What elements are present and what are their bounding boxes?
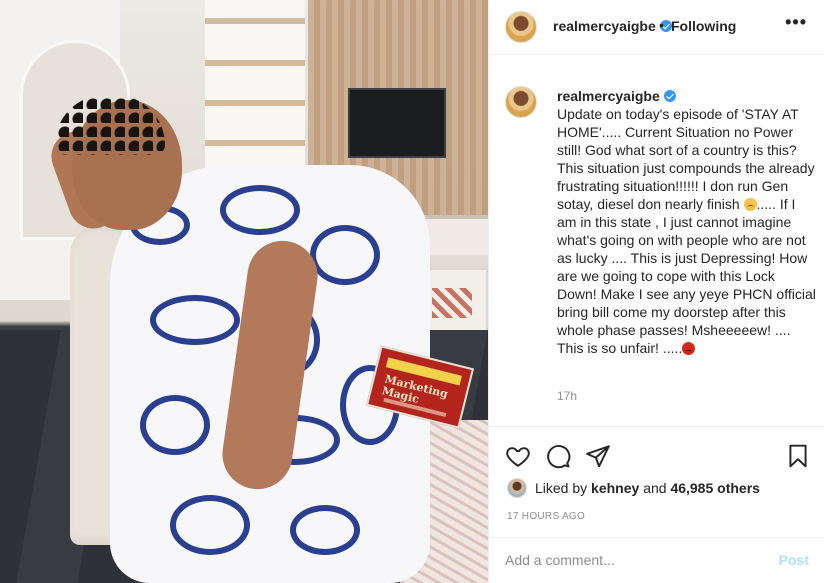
post-header: realmercyaigbe • Following •••	[489, 0, 824, 55]
likes-count[interactable]: 46,985 others	[670, 480, 760, 496]
sad-face-emoji-icon	[743, 198, 757, 211]
comment-bar: Post	[489, 537, 824, 583]
share-icon[interactable]	[585, 443, 611, 469]
caption-time[interactable]: 17h	[557, 389, 577, 403]
caption-author-row: realmercyaigbe	[557, 88, 676, 106]
post-comment-button[interactable]: Post	[779, 552, 809, 568]
likes-prefix: Liked by	[535, 480, 588, 496]
angry-face-emoji-icon	[682, 342, 696, 355]
post-side-panel: realmercyaigbe • Following ••• realmercy…	[488, 0, 824, 583]
post-timestamp[interactable]: 17 HOURS AGO	[507, 511, 585, 522]
following-button[interactable]: Following	[671, 18, 736, 34]
photo-shelf	[205, 0, 305, 175]
liker-username[interactable]: kehney	[591, 480, 639, 496]
photo-dresser	[420, 268, 488, 338]
post-photo[interactable]: Marketing Magic	[0, 0, 488, 583]
caption-author-avatar[interactable]	[505, 86, 537, 118]
likes-row: Liked by kehney and 46,985 others	[507, 478, 760, 498]
liker-avatar[interactable]	[507, 478, 527, 498]
comment-input[interactable]	[505, 552, 765, 568]
heart-icon[interactable]	[505, 443, 531, 469]
bookmark-icon[interactable]	[785, 443, 811, 469]
action-bar	[489, 426, 824, 486]
comment-icon[interactable]	[545, 443, 571, 469]
author-username[interactable]: realmercyaigbe	[553, 18, 656, 34]
caption-username[interactable]: realmercyaigbe	[557, 88, 660, 104]
caption-text: Update on today's episode of 'STAY AT HO…	[557, 105, 817, 357]
photo-tv	[348, 88, 446, 158]
verified-badge-icon	[663, 90, 676, 102]
author-name-row: realmercyaigbe	[553, 18, 672, 36]
more-horizontal-icon[interactable]: •••	[785, 12, 807, 33]
caption-text-part2: ..... If I am in this state , I just can…	[557, 196, 816, 356]
author-avatar[interactable]	[505, 11, 537, 43]
likes-middle: and	[643, 480, 667, 496]
header-separator: •	[659, 17, 664, 33]
